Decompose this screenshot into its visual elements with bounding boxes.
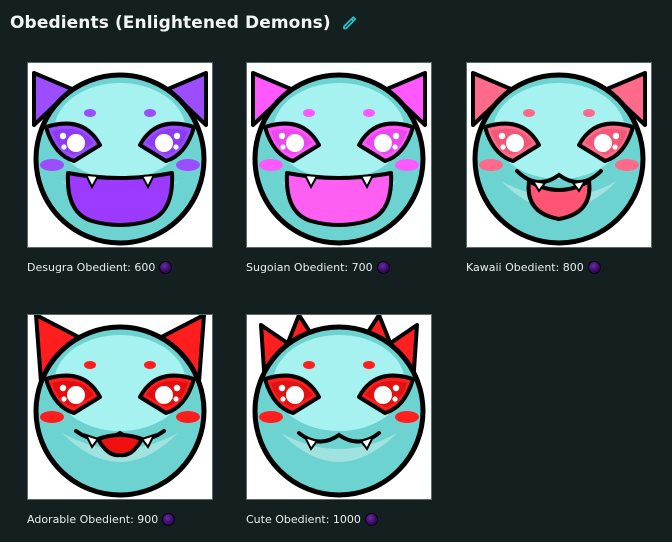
forehead-dot bbox=[303, 109, 315, 117]
right-sparkle bbox=[392, 132, 400, 140]
right-pupil bbox=[374, 386, 392, 404]
forehead-dot bbox=[363, 109, 375, 117]
left-sparkle bbox=[280, 396, 286, 402]
page-title: Obedients (Enlightened Demons) bbox=[10, 13, 331, 33]
item-label: Sugoian Obedient: 700 bbox=[246, 260, 373, 274]
item-label: Adorable Obedient: 900 bbox=[27, 512, 159, 526]
right-pupil bbox=[594, 134, 612, 152]
left-pupil bbox=[67, 386, 85, 404]
left-cheek bbox=[479, 159, 503, 171]
forehead-dot bbox=[84, 361, 96, 369]
forehead-dot bbox=[363, 361, 375, 369]
demon-face-image[interactable] bbox=[246, 62, 432, 248]
item-caption: Cute Obedient: 1000 bbox=[246, 512, 378, 526]
right-sparkle bbox=[173, 144, 179, 150]
right-sparkle bbox=[173, 132, 181, 140]
left-cheek bbox=[40, 411, 64, 423]
left-pupil bbox=[506, 134, 524, 152]
left-cheek bbox=[259, 411, 283, 423]
forehead-dot bbox=[523, 109, 535, 117]
mouth bbox=[65, 171, 175, 227]
right-cheek bbox=[395, 411, 419, 423]
left-cheek bbox=[40, 159, 64, 171]
right-sparkle bbox=[612, 132, 620, 140]
right-cheek bbox=[395, 159, 419, 171]
right-pupil bbox=[155, 386, 173, 404]
right-cheek bbox=[176, 411, 200, 423]
purple-orb-icon bbox=[159, 260, 173, 274]
item-label: Kawaii Obedient: 800 bbox=[466, 260, 584, 274]
right-pupil bbox=[374, 134, 392, 152]
left-sparkle bbox=[59, 384, 67, 392]
left-pupil bbox=[67, 134, 85, 152]
right-sparkle bbox=[173, 384, 181, 392]
left-sparkle bbox=[280, 144, 286, 150]
left-pupil bbox=[286, 386, 304, 404]
left-sparkle bbox=[278, 384, 286, 392]
forehead-dot bbox=[303, 361, 315, 369]
right-sparkle bbox=[392, 384, 400, 392]
purple-orb-icon bbox=[364, 512, 378, 526]
right-cheek bbox=[176, 159, 200, 171]
page-header: Obedients (Enlightened Demons) bbox=[10, 10, 357, 36]
forehead-dot bbox=[84, 109, 96, 117]
demon-face-image[interactable] bbox=[246, 314, 432, 500]
item-caption: Desugra Obedient: 600 bbox=[27, 260, 173, 274]
right-pupil bbox=[155, 134, 173, 152]
demon-face-image[interactable] bbox=[27, 62, 213, 248]
item-label: Cute Obedient: 1000 bbox=[246, 512, 361, 526]
forehead-dot bbox=[144, 109, 156, 117]
item-caption: Sugoian Obedient: 700 bbox=[246, 260, 390, 274]
demon-face-image[interactable] bbox=[27, 314, 213, 500]
left-sparkle bbox=[498, 132, 506, 140]
left-sparkle bbox=[61, 396, 67, 402]
right-sparkle bbox=[612, 144, 618, 150]
left-pupil bbox=[286, 134, 304, 152]
left-sparkle bbox=[278, 132, 286, 140]
left-sparkle bbox=[59, 132, 67, 140]
item-caption: Kawaii Obedient: 800 bbox=[466, 260, 601, 274]
purple-orb-icon bbox=[587, 260, 601, 274]
right-sparkle bbox=[392, 396, 398, 402]
mouth bbox=[284, 171, 394, 227]
pencil-icon[interactable] bbox=[341, 15, 357, 31]
item-caption: Adorable Obedient: 900 bbox=[27, 512, 176, 526]
item-label: Desugra Obedient: 600 bbox=[27, 260, 156, 274]
right-sparkle bbox=[392, 144, 398, 150]
left-sparkle bbox=[61, 144, 67, 150]
forehead-dot bbox=[144, 361, 156, 369]
purple-orb-icon bbox=[376, 260, 390, 274]
purple-orb-icon bbox=[162, 512, 176, 526]
demon-face-image[interactable] bbox=[466, 62, 652, 248]
left-sparkle bbox=[500, 144, 506, 150]
forehead-dot bbox=[583, 109, 595, 117]
left-cheek bbox=[259, 159, 283, 171]
right-sparkle bbox=[173, 396, 179, 402]
right-cheek bbox=[615, 159, 639, 171]
